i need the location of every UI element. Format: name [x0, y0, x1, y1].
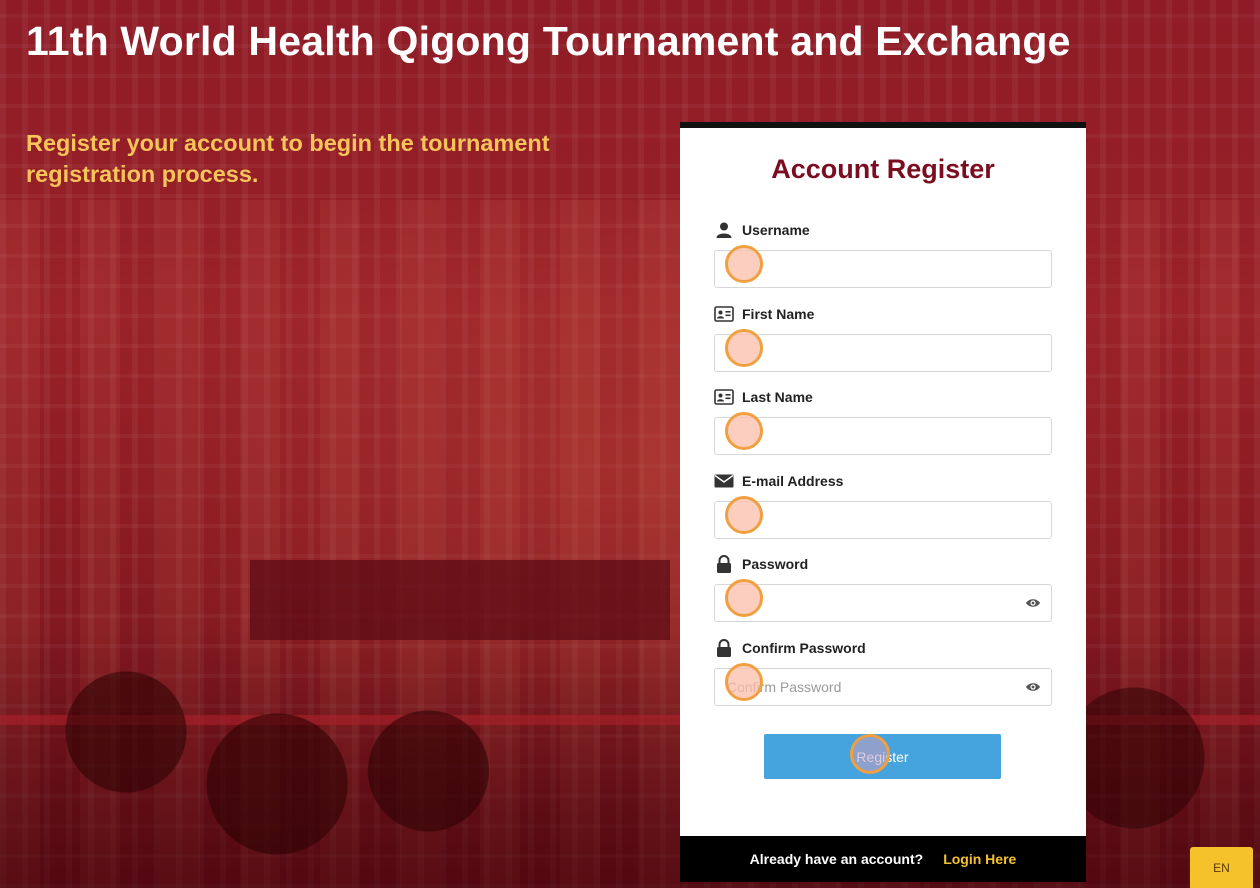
first-name-input-wrap: [714, 329, 1052, 372]
last-name-input-wrap: [714, 412, 1052, 455]
id-card-icon: [714, 389, 734, 405]
language-selector[interactable]: EN: [1190, 847, 1253, 888]
form-title: Account Register: [771, 154, 995, 184]
password-label-row: Password: [714, 554, 1052, 574]
confirm-password-input[interactable]: [715, 669, 1051, 705]
first-name-label-row: First Name: [714, 304, 1052, 324]
confirm-password-label: Confirm Password: [742, 640, 866, 656]
login-footer: Already have an account? Login Here: [680, 836, 1086, 882]
page-title: 11th World Health Qigong Tournament and …: [26, 18, 1071, 64]
username-label: Username: [742, 222, 810, 238]
last-name-label-row: Last Name: [714, 387, 1052, 407]
email-label: E-mail Address: [742, 473, 844, 489]
username-field-group: Username: [714, 220, 1052, 288]
password-input[interactable]: [715, 585, 1051, 621]
envelope-icon: [714, 473, 734, 489]
username-input-wrap: [714, 245, 1052, 288]
confirm-password-label-row: Confirm Password: [714, 638, 1052, 658]
email-input[interactable]: [715, 502, 1051, 538]
email-label-row: E-mail Address: [714, 471, 1052, 491]
first-name-input[interactable]: [715, 335, 1051, 371]
email-field-group: E-mail Address: [714, 471, 1052, 539]
last-name-label: Last Name: [742, 389, 813, 405]
lock-icon: [714, 639, 734, 657]
first-name-field-group: First Name: [714, 304, 1052, 372]
first-name-label: First Name: [742, 306, 815, 322]
register-button[interactable]: Register: [764, 734, 1001, 779]
user-icon: [714, 222, 734, 238]
password-field-group: Password: [714, 554, 1052, 622]
login-link[interactable]: Login Here: [943, 851, 1016, 867]
email-input-wrap: [714, 496, 1052, 539]
username-input[interactable]: [715, 251, 1051, 287]
login-prompt: Already have an account?: [749, 851, 924, 867]
password-label: Password: [742, 556, 809, 572]
last-name-field-group: Last Name: [714, 387, 1052, 455]
confirm-password-field-group: Confirm Password: [714, 638, 1052, 706]
show-confirm-password-eye-icon[interactable]: [1025, 679, 1041, 695]
page-subtitle: Register your account to begin the tourn…: [26, 130, 550, 187]
password-input-wrap: [714, 579, 1052, 622]
register-card: Account Register Username First Name Las…: [680, 122, 1086, 882]
show-password-eye-icon[interactable]: [1025, 595, 1041, 611]
id-card-icon: [714, 306, 734, 322]
lock-icon: [714, 555, 734, 573]
username-label-row: Username: [714, 220, 1052, 240]
confirm-password-input-wrap: [714, 663, 1052, 706]
last-name-input[interactable]: [715, 418, 1051, 454]
